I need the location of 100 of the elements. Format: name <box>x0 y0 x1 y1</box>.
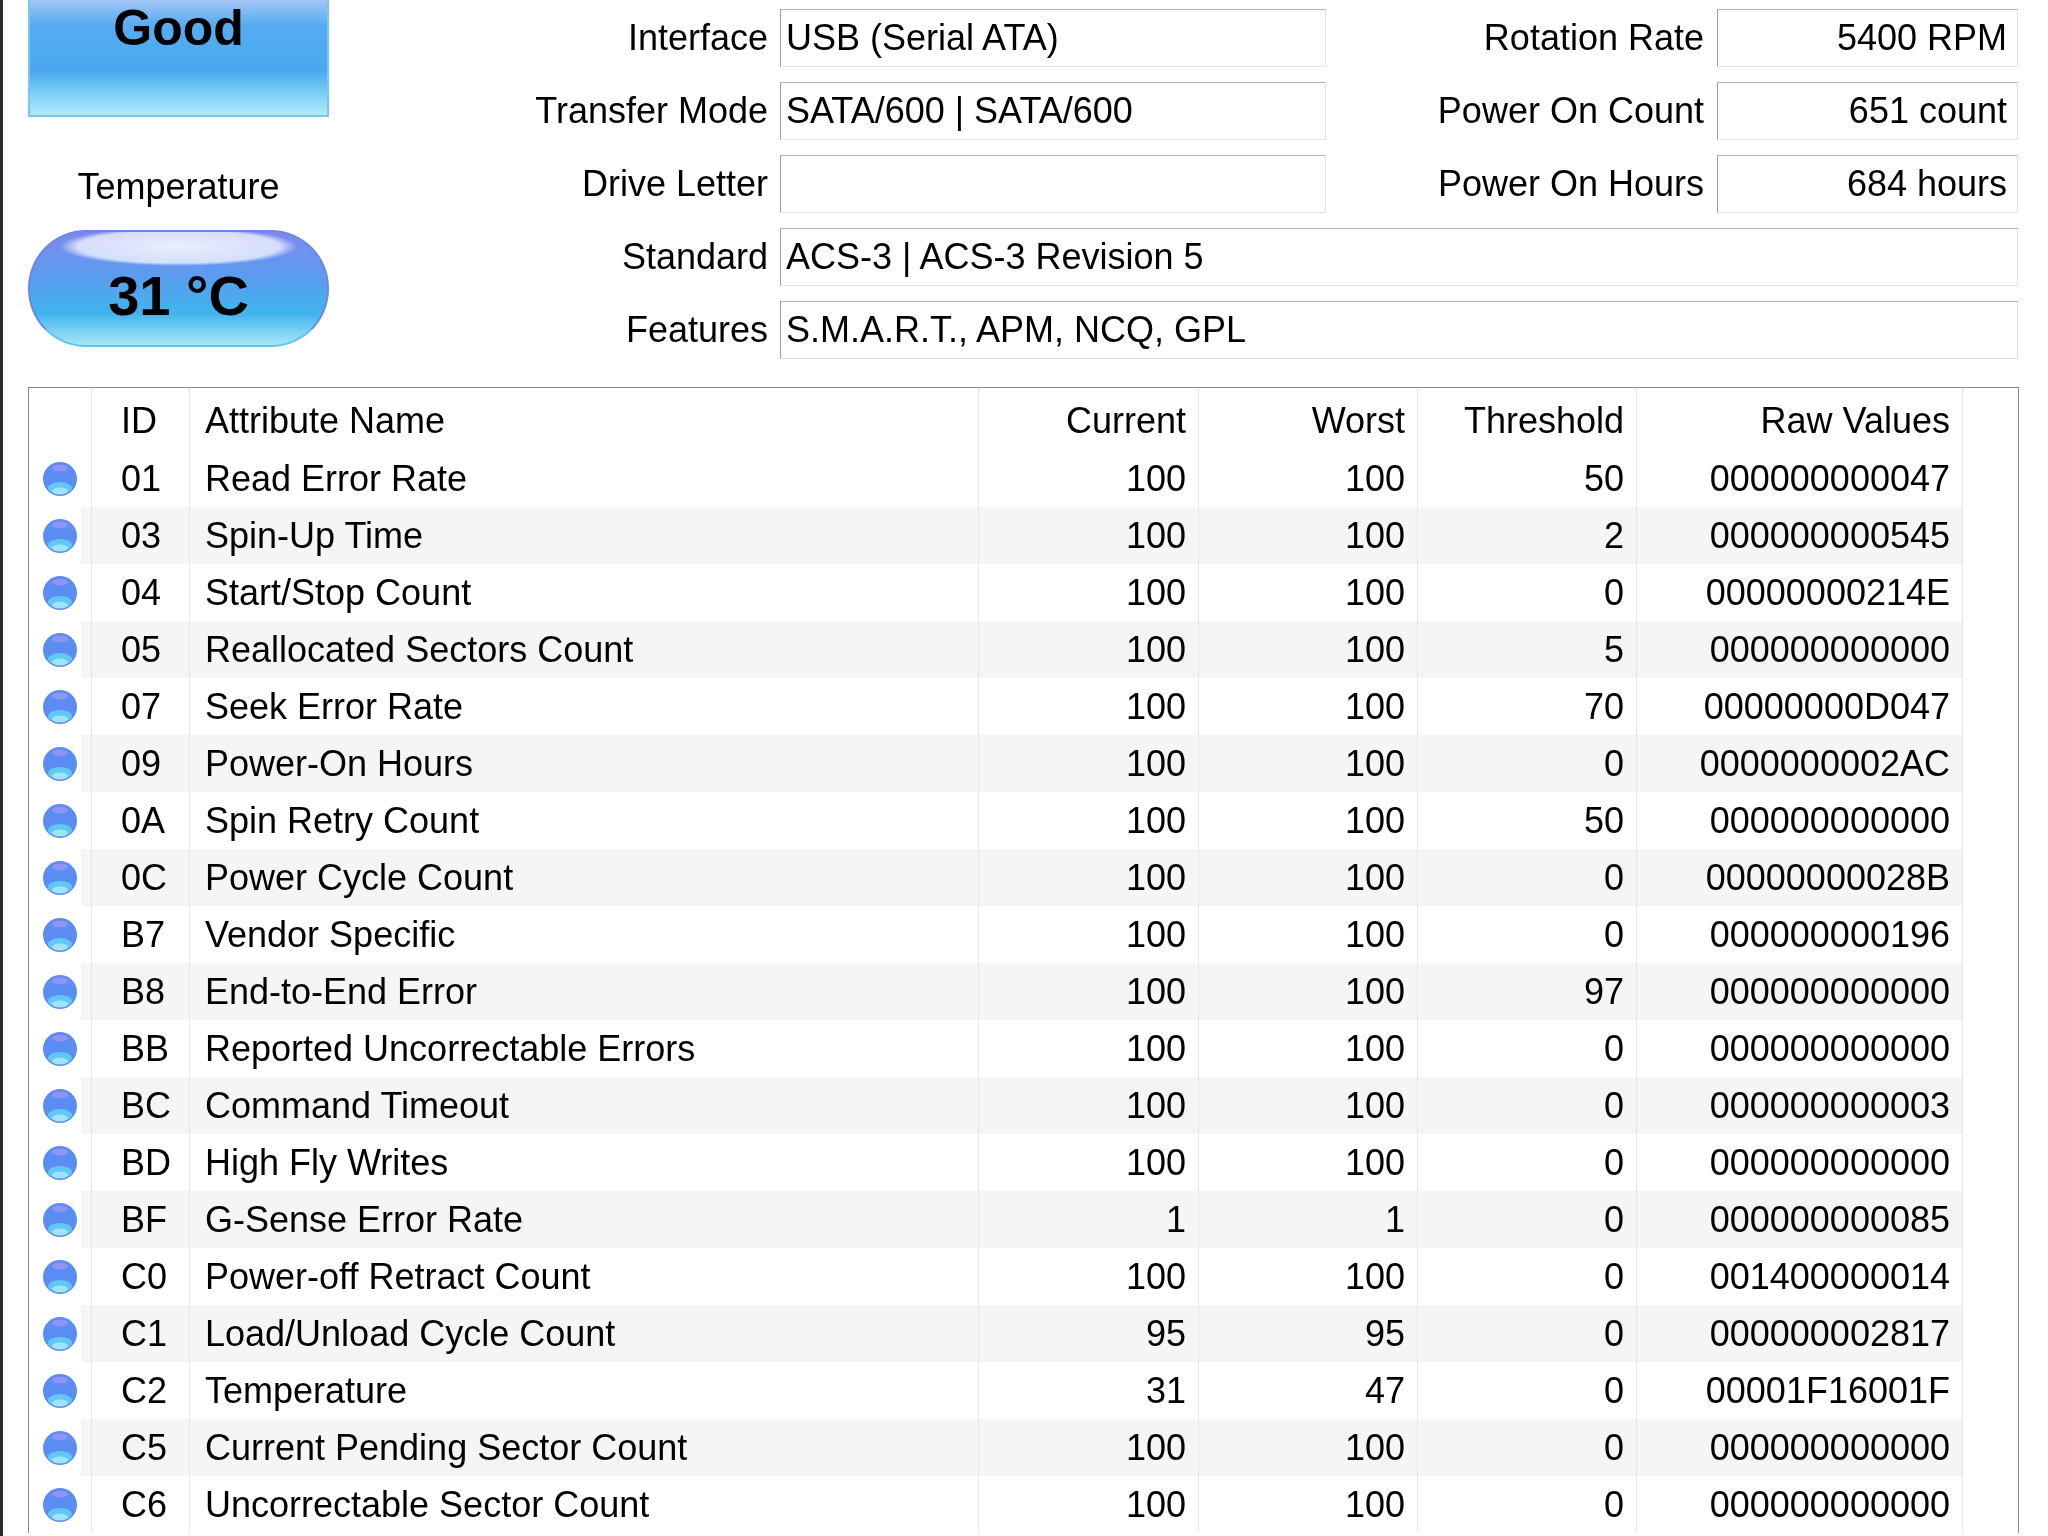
table-cell: 100 <box>1125 514 1186 557</box>
table-cell: 0 <box>1603 1027 1624 1070</box>
field-label: Power On Count <box>1436 89 1705 133</box>
table-cell: 0000000002AC <box>1699 742 1950 785</box>
table-cell: Temperature <box>205 1369 408 1412</box>
table-cell: 100 <box>1344 628 1405 671</box>
table-cell: 03 <box>121 514 162 557</box>
table-cell: 07 <box>121 685 162 728</box>
table-cell: 70 <box>1583 685 1624 728</box>
table-cell: 100 <box>1344 1084 1405 1127</box>
table-cell: 000000000000 <box>1709 799 1950 842</box>
column-header[interactable]: Raw Values <box>1637 388 1963 450</box>
table-cell: 100 <box>1344 856 1405 899</box>
table-cell: 000000000000 <box>1709 1426 1950 1469</box>
table-cell: 000000000000 <box>1709 1027 1950 1070</box>
value-field: 651 count <box>1717 82 2018 140</box>
column-header[interactable]: Current <box>979 388 1199 450</box>
temperature-display: 31 °C <box>28 230 329 347</box>
table-cell: 95 <box>1364 1312 1405 1355</box>
table-cell: 0 <box>1603 1141 1624 1184</box>
table-cell: 100 <box>1125 628 1186 671</box>
table-cell: 100 <box>1125 1255 1186 1298</box>
table-cell: Power Cycle Count <box>205 856 514 899</box>
table-cell: 100 <box>1344 970 1405 1013</box>
table-cell: 100 <box>1125 1027 1186 1070</box>
table-cell: Spin-Up Time <box>205 514 424 557</box>
table-cell: 2 <box>1603 514 1624 557</box>
table-cell: BB <box>121 1027 170 1070</box>
value-field: S.M.A.R.T., APM, NCQ, GPL <box>780 301 2018 359</box>
table-cell: 000000000545 <box>1709 514 1950 557</box>
table-cell: 100 <box>1125 685 1186 728</box>
table-cell: 0 <box>1603 1198 1624 1241</box>
table-cell: Power-off Retract Count <box>205 1255 591 1298</box>
table-cell: 00000000D047 <box>1703 685 1950 728</box>
table-cell: Read Error Rate <box>205 457 468 500</box>
table-cell: Power-On Hours <box>205 742 474 785</box>
table-cell: 1 <box>1384 1198 1405 1241</box>
column-header[interactable]: Worst <box>1199 388 1418 450</box>
table-cell: 100 <box>1344 742 1405 785</box>
table-cell: 0 <box>1603 571 1624 614</box>
table-cell: 100 <box>1344 1255 1405 1298</box>
table-cell: 001400000014 <box>1709 1255 1950 1298</box>
table-cell: B8 <box>121 970 166 1013</box>
table-cell: G-Sense Error Rate <box>205 1198 524 1241</box>
table-cell: Seek Error Rate <box>205 685 464 728</box>
table-cell: Command Timeout <box>205 1084 510 1127</box>
table-cell: C0 <box>121 1255 168 1298</box>
table-cell: 95 <box>1145 1312 1186 1355</box>
table-cell: 0 <box>1603 1312 1624 1355</box>
column-header[interactable]: Threshold <box>1418 388 1637 450</box>
table-cell: 100 <box>1125 799 1186 842</box>
table-cell: 000000000000 <box>1709 628 1950 671</box>
table-cell: 100 <box>1125 742 1186 785</box>
table-cell: 100 <box>1344 685 1405 728</box>
table-cell: 100 <box>1344 457 1405 500</box>
table-cell: 000000000000 <box>1709 1141 1950 1184</box>
column-header[interactable]: ID <box>92 388 190 450</box>
table-cell: 000000002817 <box>1709 1312 1950 1355</box>
table-cell: BD <box>121 1141 171 1184</box>
table-cell: 01 <box>121 457 162 500</box>
table-cell: 0 <box>1603 1426 1624 1469</box>
table-cell: 00000000214E <box>1705 571 1950 614</box>
table-cell: Current Pending Sector Count <box>205 1426 688 1469</box>
table-cell: 31 <box>1145 1369 1186 1412</box>
field-label: Features <box>624 308 769 352</box>
table-cell: C1 <box>121 1312 168 1355</box>
column-header[interactable]: Attribute Name <box>190 388 979 450</box>
table-cell: Reallocated Sectors Count <box>205 628 634 671</box>
table-cell: 100 <box>1344 1027 1405 1070</box>
temperature-label: Temperature <box>76 167 281 207</box>
table-cell: 100 <box>1344 571 1405 614</box>
table-cell: 5 <box>1603 628 1624 671</box>
table-cell: 100 <box>1125 1141 1186 1184</box>
value-field: USB (Serial ATA) <box>780 9 1326 67</box>
table-cell: C2 <box>121 1369 168 1412</box>
table-cell: 04 <box>121 571 162 614</box>
table-cell: 000000000003 <box>1709 1084 1950 1127</box>
field-label: Standard <box>620 235 769 279</box>
value-field: SATA/600 | SATA/600 <box>780 82 1326 140</box>
table-cell: Start/Stop Count <box>205 571 472 614</box>
table-cell: Reported Uncorrectable Errors <box>205 1027 696 1070</box>
table-cell: BC <box>121 1084 171 1127</box>
table-cell: 100 <box>1344 799 1405 842</box>
field-label: Transfer Mode <box>534 89 769 133</box>
table-cell: 100 <box>1125 1426 1186 1469</box>
table-cell: High Fly Writes <box>205 1141 449 1184</box>
table-cell: 0 <box>1603 856 1624 899</box>
table-cell: 000000000000 <box>1709 970 1950 1013</box>
table-cell: 0 <box>1603 1369 1624 1412</box>
table-cell: Vendor Specific <box>205 913 456 956</box>
table-cell: 0C <box>121 856 168 899</box>
table-cell: End-to-End Error <box>205 970 478 1013</box>
table-cell: 47 <box>1364 1369 1405 1412</box>
value-field: 5400 RPM <box>1717 9 2018 67</box>
table-cell: 0 <box>1603 1255 1624 1298</box>
table-cell: 100 <box>1125 1483 1186 1526</box>
table-cell: 00001F16001F <box>1705 1369 1950 1412</box>
health-status-display: Good <box>28 0 329 117</box>
table-cell: 50 <box>1583 457 1624 500</box>
value-field: ACS-3 | ACS-3 Revision 5 <box>780 228 2018 286</box>
